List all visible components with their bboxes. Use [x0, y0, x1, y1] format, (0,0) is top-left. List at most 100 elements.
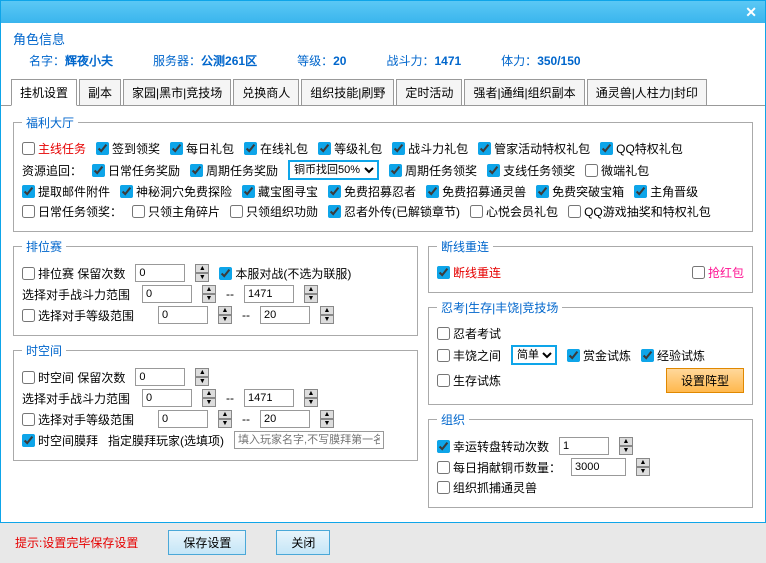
rank-keep-input[interactable] — [135, 264, 185, 282]
cb-ninja-exam[interactable]: 忍者考试 — [437, 325, 501, 342]
rank-lvl-lo[interactable] — [158, 306, 208, 324]
spacetime-legend: 时空间 — [22, 342, 66, 359]
donate-input[interactable] — [571, 458, 626, 476]
stamina-field: 体力：350/150 — [501, 52, 580, 69]
spinner-icon[interactable]: ▲▼ — [195, 264, 209, 282]
tab-home[interactable]: 家园|黑市|竞技场 — [123, 79, 231, 105]
exam-legend: 忍考|生存|丰饶|竞技场 — [437, 299, 562, 316]
st-pow-hi[interactable] — [244, 389, 294, 407]
cb-micro-gift[interactable]: 微端礼包 — [585, 162, 649, 179]
header-info: 名字：辉夜小夫 服务器：公测261区 等级：20 战斗力：1471 体力：350… — [13, 52, 753, 69]
cb-rank-keep[interactable]: 排位赛 保留次数 — [22, 265, 125, 282]
titlebar: ✕ — [1, 1, 765, 23]
exam-group: 忍考|生存|丰饶|竞技场 忍者考试 丰饶之间 简单 赏金试炼 经验试炼 生存试炼… — [428, 299, 753, 405]
cb-level-gift[interactable]: 等级礼包 — [318, 140, 382, 157]
cb-cave[interactable]: 神秘洞穴免费探险 — [120, 183, 232, 200]
spinner-icon[interactable]: ▲▼ — [619, 437, 633, 455]
cb-rank-lvl[interactable]: 选择对手等级范围 — [22, 307, 148, 324]
close-button[interactable]: 关闭 — [276, 530, 330, 555]
st-lvl-lo[interactable] — [158, 410, 208, 428]
rank-lvl-hi[interactable] — [260, 306, 310, 324]
formation-button[interactable]: 设置阵型 — [666, 368, 744, 393]
tab-dungeon[interactable]: 副本 — [79, 79, 121, 105]
cb-xinyue[interactable]: 心悦会员礼包 — [470, 203, 558, 220]
cb-treasure[interactable]: 藏宝图寻宝 — [242, 183, 318, 200]
cb-break-box[interactable]: 免费突破宝箱 — [536, 183, 624, 200]
close-icon[interactable]: ✕ — [745, 4, 757, 21]
tab-timed[interactable]: 定时活动 — [396, 79, 462, 105]
cb-power-gift[interactable]: 战斗力礼包 — [392, 140, 468, 157]
cb-butler-gift[interactable]: 管家活动特权礼包 — [478, 140, 590, 157]
rank-pow-lo[interactable] — [142, 285, 192, 303]
spin-count-input[interactable] — [559, 437, 609, 455]
cb-weekly-claim[interactable]: 周期任务领奖 — [389, 162, 477, 179]
spinner-icon[interactable]: ▲▼ — [218, 306, 232, 324]
cb-promote[interactable]: 主角晋级 — [634, 183, 698, 200]
spinner-icon[interactable]: ▲▼ — [218, 410, 232, 428]
st-keep-input[interactable] — [135, 368, 185, 386]
tab-wanted[interactable]: 强者|通缉|组织副本 — [464, 79, 584, 105]
rank-legend: 排位赛 — [22, 238, 66, 255]
cb-reconnect[interactable]: 断线重连 — [437, 264, 501, 281]
cb-daily-reward[interactable]: 日常任务奖励 — [92, 162, 180, 179]
st-pow-lo[interactable] — [142, 389, 192, 407]
spinner-icon[interactable]: ▲▼ — [202, 285, 216, 303]
cb-redpacket[interactable]: 抢红包 — [692, 264, 744, 281]
difficulty-select[interactable]: 简单 — [511, 345, 557, 365]
cb-donate[interactable]: 每日捐献铜币数量： — [437, 459, 561, 476]
cb-online-gift[interactable]: 在线礼包 — [244, 140, 308, 157]
cb-daily-claim[interactable]: 日常任务领奖： — [22, 203, 122, 220]
footer: 提示:设置完毕保存设置 保存设置 关闭 — [1, 522, 765, 563]
st-pow-label: 选择对手战斗力范围 — [22, 390, 132, 407]
cb-weekly-reward[interactable]: 周期任务奖励 — [190, 162, 278, 179]
cb-org-capture[interactable]: 组织抓捕通灵兽 — [437, 479, 537, 496]
cb-gaiden[interactable]: 忍者外传(已解锁章节) — [328, 203, 460, 220]
cb-daily-gift[interactable]: 每日礼包 — [170, 140, 234, 157]
spinner-icon[interactable]: ▲▼ — [304, 285, 318, 303]
content: 福利大厅 主线任务 签到领奖 每日礼包 在线礼包 等级礼包 战斗力礼包 管家活动… — [1, 106, 765, 522]
cb-main-quest[interactable]: 主线任务 — [22, 140, 86, 157]
spinner-icon[interactable]: ▲▼ — [320, 306, 334, 324]
save-button[interactable]: 保存设置 — [168, 530, 246, 555]
tab-org-skill[interactable]: 组织技能|刷野 — [301, 79, 394, 105]
cb-fengrao[interactable]: 丰饶之间 — [437, 347, 501, 364]
org-legend: 组织 — [437, 411, 469, 428]
cb-qq-lottery[interactable]: QQ游戏抽奖和特权礼包 — [568, 203, 711, 220]
cb-st-keep[interactable]: 时空间 保留次数 — [22, 369, 125, 386]
cb-side-claim[interactable]: 支线任务领奖 — [487, 162, 575, 179]
spinner-icon[interactable]: ▲▼ — [304, 389, 318, 407]
tab-exchange[interactable]: 兑换商人 — [233, 79, 299, 105]
cb-lucky-spin[interactable]: 幸运转盘转动次数 — [437, 438, 549, 455]
tab-idle-settings[interactable]: 挂机设置 — [11, 79, 77, 106]
header-title: 角色信息 — [13, 29, 753, 48]
footer-tip: 提示:设置完毕保存设置 — [15, 534, 138, 551]
spinner-icon[interactable]: ▲▼ — [202, 389, 216, 407]
cb-org-merit[interactable]: 只领组织功勋 — [230, 203, 318, 220]
st-lvl-hi[interactable] — [260, 410, 310, 428]
cb-exp-trial[interactable]: 经验试炼 — [641, 347, 705, 364]
cb-worship[interactable]: 时空间膜拜 — [22, 432, 98, 449]
coin-recover-select[interactable]: 铜币找回50% — [288, 160, 379, 180]
cb-local-server[interactable]: 本服对战(不选为联服) — [219, 265, 351, 282]
reconnect-group: 断线重连 断线重连 抢红包 — [428, 238, 753, 293]
cb-mail[interactable]: 提取邮件附件 — [22, 183, 110, 200]
reconnect-legend: 断线重连 — [437, 238, 493, 255]
welfare-legend: 福利大厅 — [22, 114, 78, 131]
rank-pow-hi[interactable] — [244, 285, 294, 303]
server-field: 服务器：公测261区 — [153, 52, 257, 69]
header: 角色信息 名字：辉夜小夫 服务器：公测261区 等级：20 战斗力：1471 体… — [1, 23, 765, 77]
cb-recruit-ninja[interactable]: 免费招募忍者 — [328, 183, 416, 200]
cb-hero-frag[interactable]: 只领主角碎片 — [132, 203, 220, 220]
spinner-icon[interactable]: ▲▼ — [195, 368, 209, 386]
cb-bounty[interactable]: 赏金试炼 — [567, 347, 631, 364]
worship-input[interactable] — [234, 431, 384, 449]
cb-signin[interactable]: 签到领奖 — [96, 140, 160, 157]
main-window: ✕ 角色信息 名字：辉夜小夫 服务器：公测261区 等级：20 战斗力：1471… — [0, 0, 766, 523]
tab-spirit[interactable]: 通灵兽|人柱力|封印 — [587, 79, 707, 105]
cb-qq-gift[interactable]: QQ特权礼包 — [600, 140, 683, 157]
cb-st-lvl[interactable]: 选择对手等级范围 — [22, 411, 148, 428]
spinner-icon[interactable]: ▲▼ — [636, 458, 650, 476]
cb-recruit-spirit[interactable]: 免费招募通灵兽 — [426, 183, 526, 200]
cb-survival[interactable]: 生存试炼 — [437, 372, 501, 389]
spinner-icon[interactable]: ▲▼ — [320, 410, 334, 428]
